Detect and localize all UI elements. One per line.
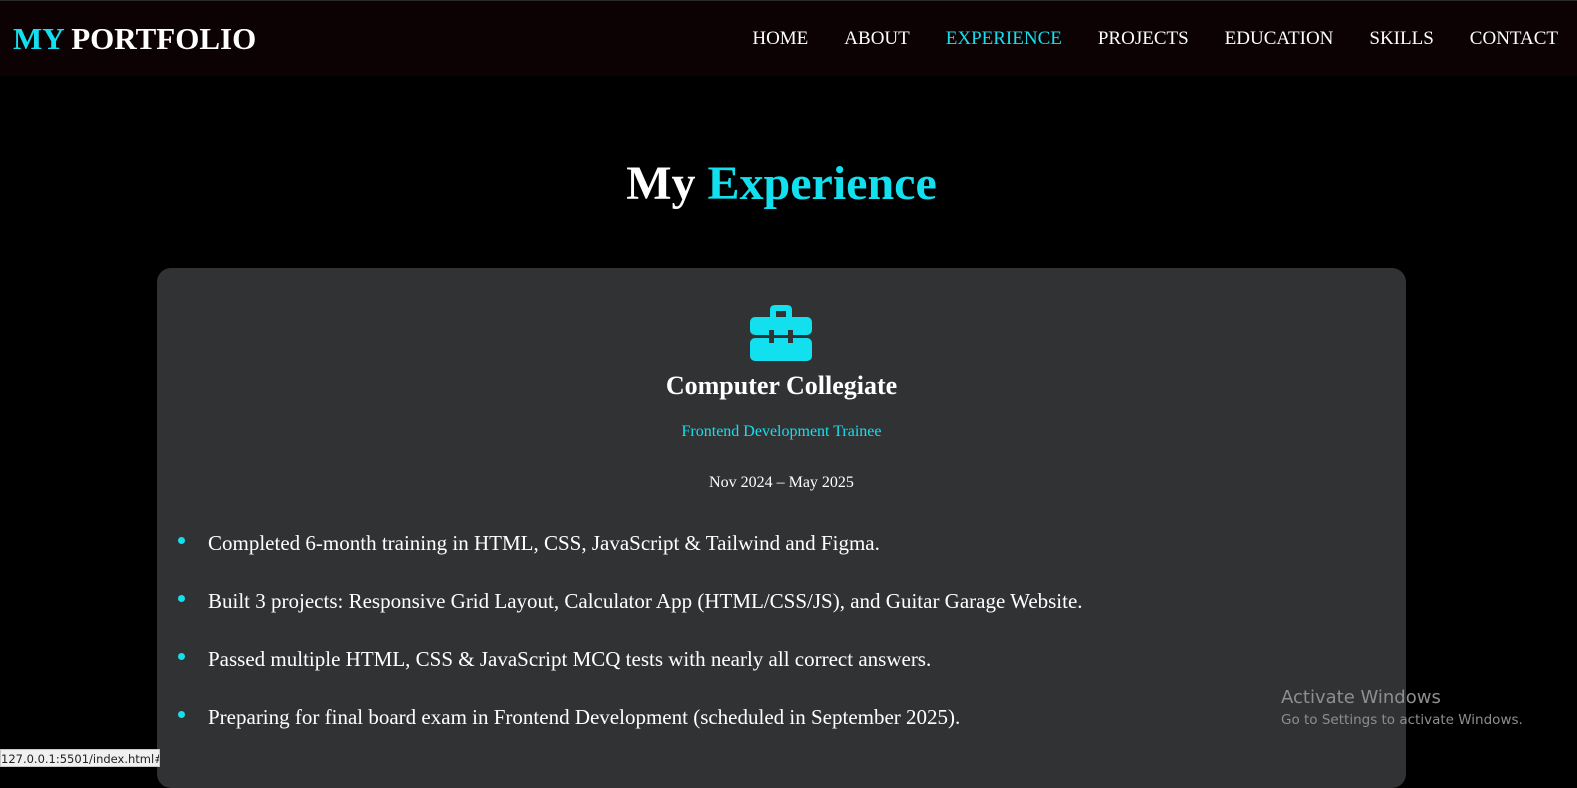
section-title-accent: Experience (707, 157, 937, 210)
section-title: My Experience (0, 156, 1563, 212)
list-item-text: Passed multiple HTML, CSS & JavaScript M… (208, 647, 932, 671)
list-item-text: Built 3 projects: Responsive Grid Layout… (208, 589, 1083, 613)
nav-link-experience[interactable]: EXPERIENCE (946, 28, 1062, 50)
bullet-dot (178, 711, 185, 718)
list-item: Passed multiple HTML, CSS & JavaScript M… (177, 646, 1377, 704)
nav-link-education[interactable]: EDUCATION (1225, 28, 1334, 50)
navbar: MY PORTFOLIO HOME ABOUT EXPERIENCE PROJE… (0, 0, 1577, 76)
job-dates: Nov 2024 – May 2025 (709, 474, 854, 491)
experience-card: Computer Collegiate Frontend Development… (157, 268, 1406, 788)
logo-text: PORTFOLIO (71, 21, 257, 56)
list-item: Preparing for final board exam in Fronte… (177, 704, 1377, 762)
list-item-text: Completed 6-month training in HTML, CSS,… (208, 531, 880, 555)
nav-link-about[interactable]: ABOUT (844, 28, 909, 50)
list-item-text: Preparing for final board exam in Fronte… (208, 705, 961, 729)
nav-links: HOME ABOUT EXPERIENCE PROJECTS EDUCATION… (716, 28, 1558, 50)
nav-link-skills[interactable]: SKILLS (1369, 28, 1433, 50)
section-title-plain: My (626, 157, 696, 210)
bullet-dot (178, 653, 185, 660)
briefcase-icon (750, 303, 812, 361)
nav-link-home[interactable]: HOME (752, 28, 808, 50)
bullet-dot (178, 537, 185, 544)
logo-accent: MY (13, 21, 64, 56)
watermark-title: Activate Windows (1281, 687, 1441, 708)
logo[interactable]: MY PORTFOLIO (13, 21, 256, 57)
nav-link-contact[interactable]: CONTACT (1470, 28, 1558, 50)
experience-list: Completed 6-month training in HTML, CSS,… (177, 530, 1377, 762)
nav-link-projects[interactable]: PROJECTS (1098, 28, 1189, 50)
status-bar-url: 127.0.0.1:5501/index.html#exp (0, 749, 160, 767)
job-role: Frontend Development Trainee (681, 423, 882, 440)
windows-activation-watermark: Activate Windows Go to Settings to activ… (1281, 686, 1523, 730)
bullet-dot (178, 595, 185, 602)
company-name: Computer Collegiate (665, 371, 898, 400)
list-item: Completed 6-month training in HTML, CSS,… (177, 530, 1377, 588)
list-item: Built 3 projects: Responsive Grid Layout… (177, 588, 1377, 646)
watermark-subtitle: Go to Settings to activate Windows. (1281, 712, 1523, 728)
